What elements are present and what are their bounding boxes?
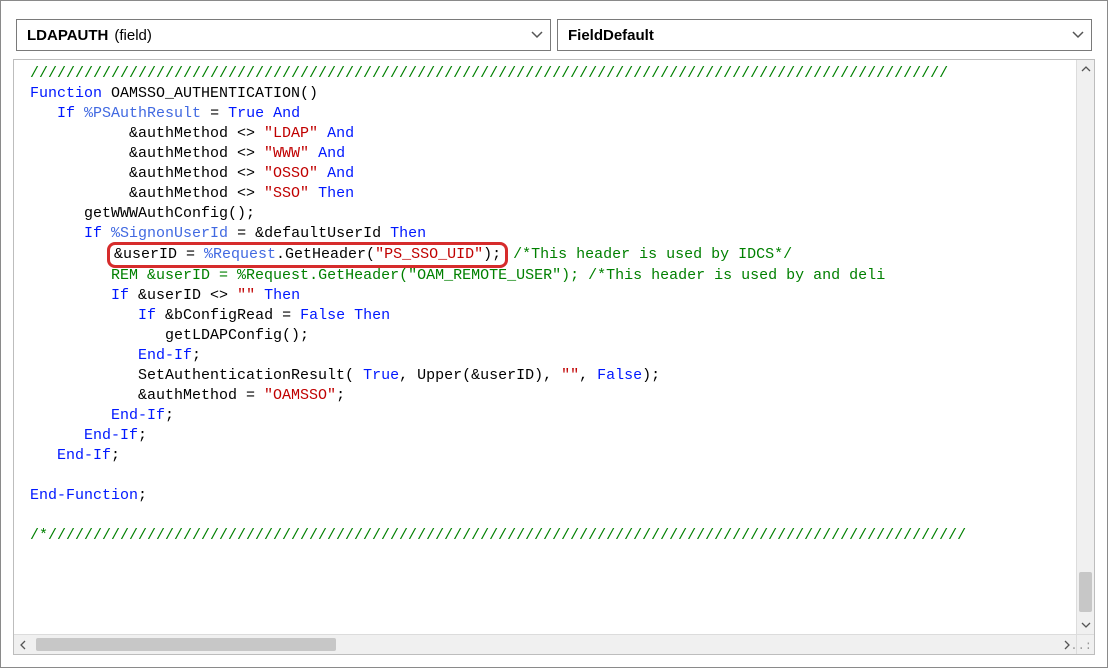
event-selector[interactable]: FieldDefault bbox=[557, 19, 1092, 51]
scroll-left-icon[interactable] bbox=[14, 635, 32, 654]
vertical-scrollbar[interactable] bbox=[1076, 60, 1094, 634]
scrollbar-thumb[interactable] bbox=[36, 638, 336, 651]
chevron-down-icon bbox=[530, 28, 544, 42]
object-selector[interactable]: LDAPAUTH (field) bbox=[16, 19, 551, 51]
scroll-up-icon[interactable] bbox=[1077, 60, 1094, 78]
chevron-down-icon bbox=[1071, 28, 1085, 42]
highlighted-code: &userID = %Request.GetHeader("PS_SSO_UID… bbox=[107, 242, 508, 268]
code-content: ////////////////////////////////////////… bbox=[22, 60, 1094, 550]
resize-grip-icon[interactable]: ..: bbox=[1076, 634, 1094, 654]
event-name-label: FieldDefault bbox=[568, 27, 654, 44]
breadcrumb: LDAPAUTH (field) FieldDefault bbox=[16, 19, 1092, 51]
scrollbar-thumb[interactable] bbox=[1079, 572, 1092, 612]
code-editor[interactable]: ////////////////////////////////////////… bbox=[13, 59, 1095, 655]
object-type-label: (field) bbox=[114, 27, 152, 44]
horizontal-scrollbar[interactable] bbox=[14, 634, 1076, 654]
object-name-label: LDAPAUTH bbox=[27, 27, 108, 44]
scroll-down-icon[interactable] bbox=[1077, 616, 1094, 634]
